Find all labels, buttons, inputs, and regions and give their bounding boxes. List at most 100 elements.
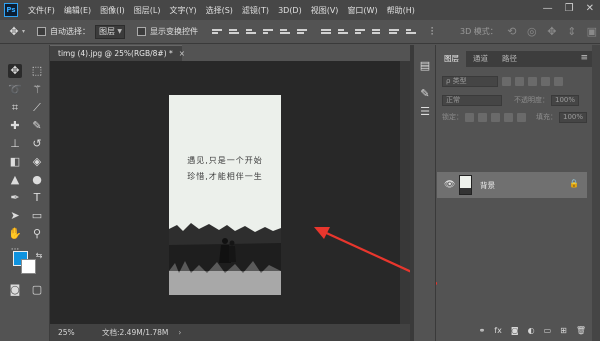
move-tool-icon[interactable]: ✥ — [8, 64, 22, 78]
3d-mode-label: 3D 模式： — [460, 27, 498, 36]
panel-scrollbar[interactable] — [592, 45, 600, 341]
lock-all-icon[interactable] — [517, 112, 526, 122]
menu-window[interactable]: 窗口(W) — [347, 5, 377, 16]
distribute-top-icon[interactable] — [321, 27, 332, 37]
brush-tool-icon[interactable]: ✎ — [30, 119, 44, 133]
crop-tool-icon[interactable]: ⌗ — [8, 101, 22, 115]
opacity-input[interactable]: 100% — [551, 94, 579, 106]
align-bottom-icon[interactable] — [246, 27, 257, 37]
close-window-button[interactable]: ✕ — [586, 3, 594, 14]
3d-roll-icon[interactable]: ◎ — [526, 25, 538, 38]
clone-stamp-icon[interactable]: ⊥ — [8, 137, 22, 151]
shape-tool-icon[interactable]: ▭ — [30, 209, 44, 223]
link-layers-icon[interactable]: ⚭ — [479, 326, 486, 335]
tab-paths[interactable]: 路径 — [495, 50, 524, 67]
align-right-icon[interactable] — [297, 27, 308, 37]
pen-tool-icon[interactable]: ✒ — [8, 191, 22, 205]
magic-wand-icon[interactable]: ⚚ — [30, 83, 44, 97]
zoom-tool-icon[interactable]: ⚲ — [30, 227, 44, 241]
menu-view[interactable]: 视图(V) — [311, 5, 339, 16]
layer-item-background[interactable]: 👁 背景 🔒 — [437, 172, 587, 198]
align-left-icon[interactable] — [263, 27, 274, 37]
minimize-button[interactable]: — — [543, 3, 553, 14]
distribute-left-icon[interactable] — [372, 27, 382, 37]
distribute-buttons — [321, 27, 417, 37]
quick-mask-icon[interactable]: ◙ — [8, 283, 22, 297]
layer-filter-dropdown[interactable]: ρ 类型 — [442, 75, 498, 87]
menu-help[interactable]: 帮助(H) — [387, 5, 415, 16]
type-tool-icon[interactable]: T — [30, 191, 44, 205]
distribute-bottom-icon[interactable] — [355, 27, 366, 37]
menu-type[interactable]: 文字(Y) — [169, 5, 196, 16]
paint-bucket-icon[interactable]: ◈ — [30, 155, 44, 169]
zoom-level[interactable]: 25% — [58, 328, 80, 337]
layer-style-icon[interactable]: fx — [494, 326, 502, 335]
filter-adjust-icon[interactable] — [515, 76, 524, 86]
menu-layer[interactable]: 图层(L) — [134, 5, 161, 16]
distribute-right-icon[interactable] — [406, 27, 417, 37]
lock-pixels-icon[interactable] — [478, 112, 487, 122]
menu-file[interactable]: 文件(F) — [28, 5, 55, 16]
tools-panel: ✥ ⬚ ➰ ⚚ ⌗ ⟋ ✚ ✎ ⊥ ↺ ◧ ◈ ▲ ● ✒ T ➤ ▭ ✋ ⚲ … — [0, 45, 50, 341]
auto-select-checkbox[interactable] — [37, 27, 47, 36]
filter-shape-icon[interactable] — [541, 76, 550, 86]
dodge-tool-icon[interactable]: ● — [30, 173, 44, 187]
add-mask-icon[interactable]: ◙ — [511, 326, 519, 335]
align-hcenter-icon[interactable] — [280, 27, 291, 37]
adjustments-icon[interactable]: ☰ — [418, 105, 432, 119]
blend-mode-dropdown[interactable]: 正常 — [442, 94, 502, 106]
lock-artboard-icon[interactable] — [504, 112, 513, 122]
adjustment-layer-icon[interactable]: ◐ — [528, 326, 535, 335]
filter-smart-icon[interactable] — [554, 76, 563, 86]
tab-layers[interactable]: 图层 — [437, 50, 466, 67]
align-vcenter-icon[interactable] — [229, 27, 240, 37]
3d-pan-icon[interactable]: ✥ — [546, 25, 558, 38]
menu-select[interactable]: 选择(S) — [206, 5, 233, 16]
3d-scale-icon[interactable]: ▣ — [586, 25, 598, 38]
menu-image[interactable]: 图像(I) — [100, 5, 125, 16]
status-menu-arrow[interactable]: › — [178, 328, 181, 337]
panel-menu-icon[interactable]: ≡ — [580, 53, 588, 63]
distribute-vcenter-icon[interactable] — [338, 27, 349, 37]
fill-input[interactable]: 100% — [559, 111, 587, 123]
lasso-tool-icon[interactable]: ➰ — [8, 83, 22, 97]
brush-settings-icon[interactable]: ✎ — [418, 87, 432, 101]
marquee-tool-icon[interactable]: ⬚ — [30, 64, 44, 78]
document-canvas[interactable]: 遇见,只是一个开始 珍惜,才能相伴一生 — [169, 95, 281, 295]
lock-transparent-icon[interactable] — [465, 112, 474, 122]
delete-layer-icon[interactable]: 🗑 — [576, 326, 586, 335]
document-tab[interactable]: timg (4).jpg @ 25%(RGB/8#) * × — [50, 45, 185, 61]
tab-channels[interactable]: 通道 — [466, 50, 495, 67]
auto-align-icon[interactable]: ⫶ — [426, 25, 438, 38]
history-brush-icon[interactable]: ↺ — [30, 137, 44, 151]
visibility-eye-icon[interactable]: 👁 — [444, 180, 455, 190]
restore-button[interactable]: ❐ — [565, 3, 574, 14]
healing-brush-icon[interactable]: ✚ — [8, 119, 22, 133]
lock-position-icon[interactable] — [491, 112, 500, 122]
hand-tool-icon[interactable]: ✋ — [8, 227, 22, 241]
blur-tool-icon[interactable]: ▲ — [8, 173, 22, 187]
swap-colors-icon[interactable]: ⇆ — [32, 249, 46, 263]
filter-type-icon[interactable] — [528, 76, 537, 86]
menu-filter[interactable]: 滤镜(T) — [242, 5, 269, 16]
show-transform-checkbox[interactable] — [137, 27, 147, 36]
eraser-tool-icon[interactable]: ◧ — [8, 155, 22, 169]
auto-select-dropdown[interactable]: 图层 ▼ — [95, 24, 126, 39]
3d-slide-icon[interactable]: ⇕ — [566, 25, 578, 38]
document-tab-title: timg (4).jpg @ 25%(RGB/8#) * — [58, 49, 173, 58]
filter-pixel-icon[interactable] — [502, 76, 511, 86]
history-panel-icon[interactable]: ▤ — [418, 59, 432, 73]
screen-mode-icon[interactable]: ▢ — [30, 283, 44, 297]
new-group-icon[interactable]: ▭ — [544, 326, 552, 335]
menu-3d[interactable]: 3D(D) — [278, 6, 302, 15]
close-tab-icon[interactable]: × — [179, 49, 185, 58]
new-layer-icon[interactable]: ⊞ — [560, 326, 567, 335]
chevron-down-icon[interactable]: ▾ — [22, 28, 25, 35]
eyedropper-icon[interactable]: ⟋ — [30, 101, 44, 115]
move-tool-icon[interactable]: ✥ — [8, 25, 20, 38]
path-selection-icon[interactable]: ➤ — [8, 209, 22, 223]
3d-rotate-icon[interactable]: ⟲ — [506, 25, 518, 38]
distribute-hcenter-icon[interactable] — [389, 27, 400, 37]
align-top-icon[interactable] — [212, 27, 223, 37]
menu-edit[interactable]: 编辑(E) — [64, 5, 91, 16]
